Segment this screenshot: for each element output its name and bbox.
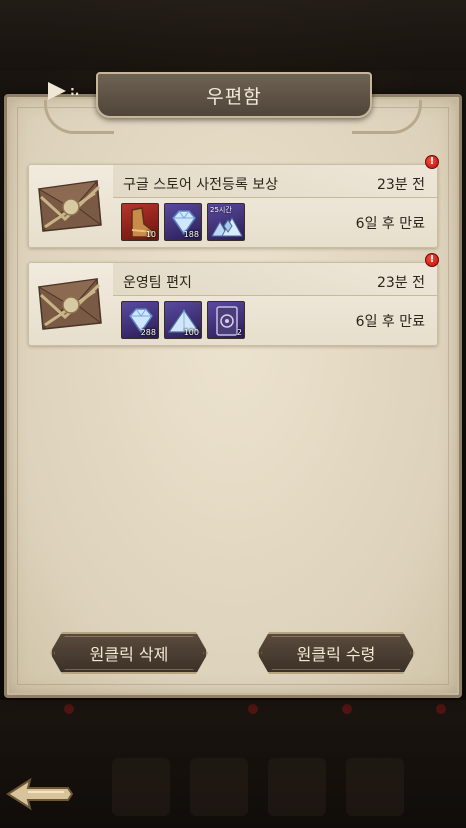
mail-divider — [113, 295, 437, 296]
delete-all-label: 원클릭 삭제 — [89, 645, 169, 664]
reward-qty: 2 — [236, 328, 242, 337]
reward-list: 288 100 2 — [121, 301, 245, 339]
mail-title: 운영팀 편지 — [123, 275, 192, 291]
reward-list: 10 188 25시간 — [121, 203, 245, 241]
reward-qty: 188 — [183, 230, 199, 239]
mail-expire: 6일 후 만료 — [355, 314, 425, 330]
title-banner: 우편함 — [96, 72, 372, 118]
receive-all-label: 원클릭 수령 — [296, 645, 376, 664]
window-title: 우편함 — [206, 85, 262, 108]
diamond-icon[interactable]: 288 — [121, 301, 159, 339]
receive-all-button[interactable]: 원클릭 수령 — [257, 632, 415, 674]
reward-qty: 288 — [140, 328, 156, 337]
triangle-icon — [48, 82, 66, 100]
alert-badge: ! — [425, 155, 439, 169]
mail-time: 23분 전 — [376, 275, 425, 291]
mail-expire: 6일 후 만료 — [355, 216, 425, 232]
reward-tag: 25시간 — [210, 206, 232, 214]
mail-time: 23분 전 — [376, 177, 425, 193]
mail-title: 구글 스토어 사전등록 보상 — [123, 177, 279, 193]
diamond-pile-icon[interactable]: 25시간 — [207, 203, 245, 241]
crystal-pile-icon[interactable]: 100 — [164, 301, 202, 339]
envelope-icon — [37, 180, 102, 232]
mail-item[interactable]: 구글 스토어 사전등록 보상 23분 전 6일 후 만료 10 188 25시간… — [28, 155, 439, 248]
card-icon[interactable]: 2 — [207, 301, 245, 339]
mail-item[interactable]: 운영팀 편지 23분 전 6일 후 만료 288 100 2 ! — [28, 253, 439, 346]
top-indicator: :. — [48, 80, 92, 102]
diamond-icon[interactable]: 188 — [164, 203, 202, 241]
mail-divider — [113, 197, 437, 198]
red-boots-icon[interactable]: 10 — [121, 203, 159, 241]
reward-qty: 100 — [183, 328, 199, 337]
top-indicator-text: :. — [70, 84, 80, 98]
back-arrow-icon[interactable] — [4, 774, 74, 814]
envelope-icon — [37, 278, 102, 330]
alert-badge: ! — [425, 253, 439, 267]
delete-all-button[interactable]: 원클릭 삭제 — [50, 632, 208, 674]
reward-qty: 10 — [145, 230, 156, 239]
